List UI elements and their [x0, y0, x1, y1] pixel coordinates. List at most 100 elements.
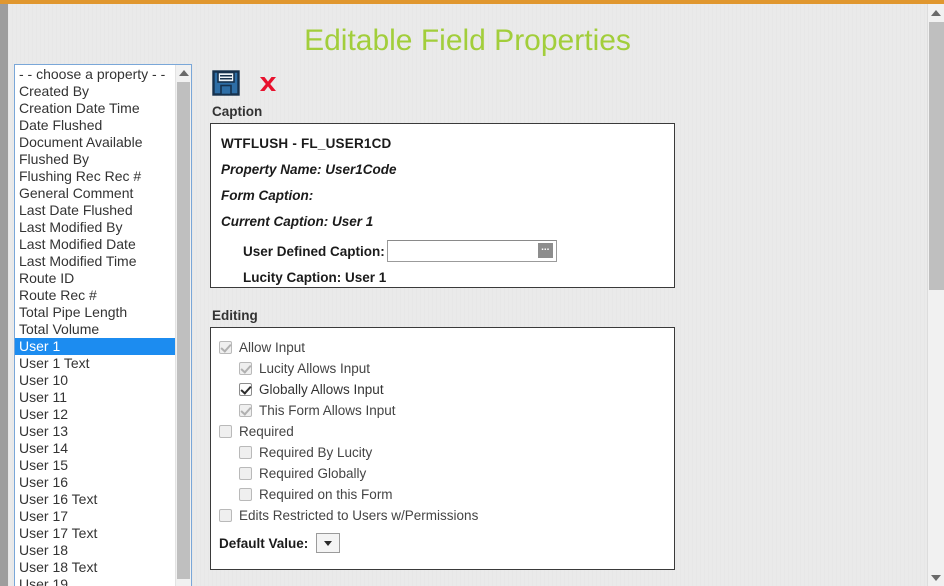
- property-list-item[interactable]: Total Pipe Length: [15, 304, 175, 321]
- property-list-item[interactable]: User 17: [15, 508, 175, 525]
- checkbox-row: Required By Lucity: [239, 443, 674, 462]
- right-pane: Caption WTFLUSH - FL_USER1CD Property Na…: [204, 64, 684, 570]
- property-list-item[interactable]: User 14: [15, 440, 175, 457]
- chevron-up-icon: [931, 9, 941, 16]
- property-list-item[interactable]: Total Volume: [15, 321, 175, 338]
- property-list-item[interactable]: Last Modified Date: [15, 236, 175, 253]
- checkbox-label: Required on this Form: [259, 487, 393, 502]
- property-list-item[interactable]: Last Date Flushed: [15, 202, 175, 219]
- caption-section-label: Caption: [212, 104, 263, 119]
- cancel-button[interactable]: [256, 72, 280, 96]
- page-title: Editable Field Properties: [304, 24, 631, 57]
- property-list-item[interactable]: - - choose a property - -: [15, 66, 175, 83]
- user-defined-caption-row: User Defined Caption: ...: [243, 240, 674, 262]
- checkbox-row: This Form Allows Input: [239, 401, 674, 420]
- property-list-item[interactable]: Flushing Rec Rec #: [15, 168, 175, 185]
- user-defined-caption-wrap: ...: [386, 240, 557, 262]
- form-caption-text: Form Caption:: [221, 188, 314, 203]
- property-list-item[interactable]: User 16 Text: [15, 491, 175, 508]
- property-list-item[interactable]: Last Modified Time: [15, 253, 175, 270]
- page-scrollbar[interactable]: [927, 4, 944, 586]
- property-list-item[interactable]: Date Flushed: [15, 117, 175, 134]
- property-list-item[interactable]: User 12: [15, 406, 175, 423]
- property-list-scrollbar[interactable]: [175, 65, 191, 586]
- page-scroll-up-button[interactable]: [928, 4, 944, 21]
- default-value-row: Default Value:: [219, 533, 674, 553]
- property-list-item[interactable]: User 17 Text: [15, 525, 175, 542]
- checkbox-required: [219, 425, 232, 438]
- property-list-item[interactable]: Last Modified By: [15, 219, 175, 236]
- checkbox-row: Required: [219, 422, 674, 441]
- toolbar: [204, 64, 684, 104]
- property-list-item[interactable]: Created By: [15, 83, 175, 100]
- page-scroll-down-button[interactable]: [928, 569, 944, 586]
- checkbox-row: Lucity Allows Input: [239, 359, 674, 378]
- lucity-caption-text: Lucity Caption: User 1: [243, 270, 387, 285]
- editing-section-label: Editing: [212, 308, 258, 323]
- default-value-select[interactable]: [316, 533, 341, 553]
- save-button[interactable]: [212, 69, 240, 97]
- checkbox-label: Lucity Allows Input: [259, 361, 371, 376]
- property-list-item[interactable]: Creation Date Time: [15, 100, 175, 117]
- property-list-item[interactable]: User 13: [15, 423, 175, 440]
- checkbox-label: Required By Lucity: [259, 445, 373, 460]
- user-defined-caption-label: User Defined Caption:: [243, 243, 385, 259]
- user-defined-caption-input[interactable]: [386, 240, 557, 262]
- caption-section: Caption WTFLUSH - FL_USER1CD Property Na…: [204, 104, 684, 288]
- checkbox-this-form-allows-input: [239, 404, 252, 417]
- checkbox-allow-input: [219, 341, 232, 354]
- checkbox-lucity-allows-input: [239, 362, 252, 375]
- property-list-item[interactable]: User 1 Text: [15, 355, 175, 372]
- property-list-item[interactable]: User 1: [15, 338, 175, 355]
- property-list-item[interactable]: User 10: [15, 372, 175, 389]
- property-list-scroll-up-button[interactable]: [176, 65, 191, 81]
- checkbox-row: Edits Restricted to Users w/Permissions: [219, 506, 674, 525]
- chevron-down-icon: [324, 540, 333, 546]
- content-area: Editable Field Properties - - choose a p…: [8, 4, 927, 586]
- left-gutter: [0, 4, 8, 586]
- checkbox-label: Globally Allows Input: [259, 382, 384, 397]
- property-list-item[interactable]: User 18 Text: [15, 559, 175, 576]
- property-name-text: Property Name: User1Code: [221, 162, 397, 177]
- property-list-item[interactable]: User 15: [15, 457, 175, 474]
- editing-section: Editing Allow Input Lucity Allows Input Gl…: [204, 308, 684, 570]
- checkbox-row: Allow Input: [219, 338, 674, 357]
- checkbox-required-by-lucity: [239, 446, 252, 459]
- user-defined-caption-ellipsis-button[interactable]: ...: [537, 243, 554, 258]
- property-list-item[interactable]: Document Available: [15, 134, 175, 151]
- property-list-item[interactable]: Route Rec #: [15, 287, 175, 304]
- chevron-down-icon: [931, 574, 941, 581]
- editing-panel: Allow Input Lucity Allows Input Globally A…: [210, 327, 675, 570]
- property-list-item[interactable]: General Comment: [15, 185, 175, 202]
- checkbox-required-on-this-form: [239, 488, 252, 501]
- property-list-item[interactable]: User 19: [15, 576, 175, 586]
- property-list-scroll-thumb[interactable]: [177, 82, 190, 579]
- checkbox-label: Required Globally: [259, 466, 367, 481]
- top-accent-bar: [0, 0, 944, 4]
- editing-checkbox-list: Allow Input Lucity Allows Input Globally A…: [219, 338, 674, 525]
- checkbox-row: Required Globally: [239, 464, 674, 483]
- caption-panel: WTFLUSH - FL_USER1CD Property Name: User…: [210, 123, 675, 288]
- property-list-item[interactable]: User 11: [15, 389, 175, 406]
- property-listbox[interactable]: - - choose a property - - Created By Creat…: [14, 64, 192, 586]
- property-list[interactable]: - - choose a property - - Created By Creat…: [15, 65, 175, 586]
- property-list-item[interactable]: User 18: [15, 542, 175, 559]
- property-list-item[interactable]: User 16: [15, 474, 175, 491]
- checkbox-label: Edits Restricted to Users w/Permissions: [239, 508, 479, 523]
- checkbox-required-globally: [239, 467, 252, 480]
- chevron-up-icon: [178, 70, 189, 76]
- checkbox-globally-allows-input[interactable]: [239, 383, 252, 396]
- checkbox-label: Required: [239, 424, 294, 439]
- field-key-text: WTFLUSH - FL_USER1CD: [221, 136, 392, 151]
- page-root: Editable Field Properties - - choose a p…: [0, 0, 944, 586]
- property-list-item[interactable]: Route ID: [15, 270, 175, 287]
- current-caption-text: Current Caption: User 1: [221, 214, 374, 229]
- checkbox-row[interactable]: Globally Allows Input: [239, 380, 674, 399]
- default-value-label: Default Value:: [219, 535, 309, 551]
- red-x-icon: [260, 77, 276, 91]
- save-floppy-icon: [212, 70, 240, 96]
- checkbox-edits-restricted-to-users-w-permissions: [219, 509, 232, 522]
- property-list-item[interactable]: Flushed By: [15, 151, 175, 168]
- checkbox-label: Allow Input: [239, 340, 306, 355]
- page-scroll-thumb[interactable]: [929, 22, 944, 290]
